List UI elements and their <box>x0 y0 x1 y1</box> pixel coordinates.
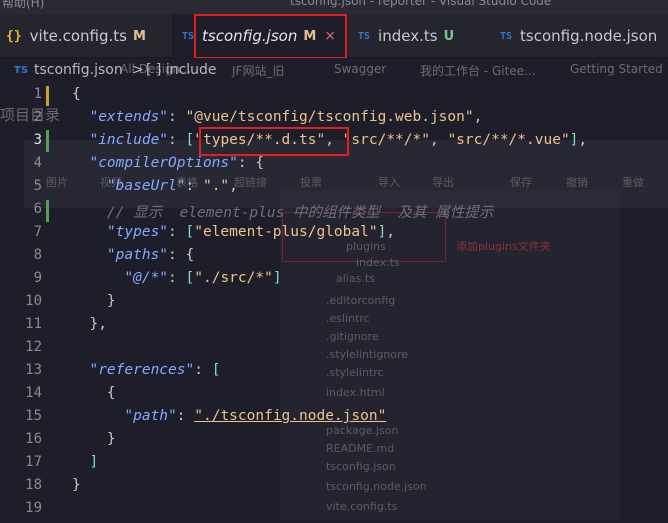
ghost-file: index.ts <box>356 256 400 269</box>
ghost-toolbar-item: 投票 <box>300 176 322 189</box>
ghost-toolbar-item: 图片 <box>46 176 68 189</box>
code-line: "extends": "@vue/tsconfig/tsconfig.web.j… <box>89 109 483 125</box>
ghost-toolbar-item: 保存 <box>510 176 532 189</box>
untracked-indicator: U <box>443 28 455 44</box>
breadcrumb-separator: > <box>132 62 144 78</box>
line-number: 4 <box>33 155 42 171</box>
highlight-box-include <box>199 127 349 156</box>
modified-indicator: M <box>132 28 146 44</box>
typescript-file-icon: TS <box>500 30 513 42</box>
line-number: 13 <box>25 362 42 378</box>
code-line: { <box>106 385 116 401</box>
ghost-file: package.json <box>326 424 399 437</box>
window-title: tsconfig.json - reporter - Visual Studio… <box>290 0 552 8</box>
line-number: 19 <box>25 500 42 516</box>
bookmark-item: JF网站_旧 <box>232 64 285 78</box>
ghost-file: .stylelintrc <box>326 366 384 379</box>
tab-label: tsconfig.node.json <box>520 27 658 45</box>
tab-label: vite.config.ts <box>29 27 127 45</box>
code-line: "types": ["element-plus/global"], <box>106 224 396 240</box>
ghost-file: .stylelintignore <box>326 348 409 361</box>
breadcrumb-symbol[interactable]: [ ] include <box>146 62 217 78</box>
highlight-box-tab <box>194 14 347 59</box>
ghost-file: vite.config.ts <box>326 500 398 513</box>
code-line: "references": [ <box>89 362 221 378</box>
line-number: 18 <box>25 477 42 493</box>
line-number: 2 <box>33 109 42 125</box>
code-line: } <box>106 293 116 309</box>
code-line: { <box>72 86 81 102</box>
line-number: 1 <box>33 86 42 102</box>
ghost-note: 添加plugins文件夹 <box>456 240 551 253</box>
typescript-file-icon: TS <box>182 30 195 42</box>
line-number: 16 <box>25 431 42 447</box>
bookmark-item: Swagger <box>334 62 387 76</box>
bookmark-item: 我的工作台 - Gitee... <box>420 64 536 78</box>
line-number: 6 <box>33 201 42 217</box>
ghost-file: tsconfig.json <box>326 460 396 473</box>
tab-vite-config[interactable]: {} vite.config.ts M <box>0 14 170 58</box>
line-number: 11 <box>25 316 42 332</box>
ghost-file: alias.ts <box>336 272 375 285</box>
ghost-toolbar-item: 导出 <box>432 176 454 189</box>
breadcrumb: All Design... JF网站_旧 Swagger 我的工作台 - Git… <box>0 58 668 84</box>
line-number: 7 <box>33 224 42 240</box>
ghost-file: .eslintrc <box>326 312 370 325</box>
ghost-toolbar-item: 撤销 <box>566 176 588 189</box>
tab-index-ts[interactable]: TS index.ts U <box>350 14 490 58</box>
code-line: ] <box>89 454 99 470</box>
ghost-toolbar-item: 重做 <box>622 176 644 189</box>
typescript-file-icon: TS <box>14 65 29 76</box>
code-line: "@/*": ["./src/*"] <box>124 270 282 286</box>
ghost-toolbar-item: 导入 <box>378 176 400 189</box>
code-line: } <box>106 431 116 447</box>
git-change-marker <box>46 86 49 106</box>
code-line: "compilerOptions": { <box>89 155 265 171</box>
code-line: "baseUrl": ".", <box>106 178 238 194</box>
code-line: "paths": { <box>106 247 195 263</box>
ghost-file: .gitignore <box>326 330 379 343</box>
git-change-marker <box>46 200 49 222</box>
line-number: 17 <box>25 454 42 470</box>
line-number: 9 <box>33 270 42 286</box>
code-line: } <box>72 477 81 493</box>
ghost-file: plugins <box>346 240 386 253</box>
line-number: 8 <box>33 247 42 263</box>
tab-tsconfig-node[interactable]: TS tsconfig.node.json <box>492 14 668 58</box>
ghost-toolbar-item: 超链接 <box>234 176 267 189</box>
ghost-file: index.html <box>326 386 385 399</box>
line-number: 10 <box>25 293 42 309</box>
code-line: // 显示 element-plus 中的组件类型 及其 属性提示 <box>106 205 494 221</box>
tab-label: index.ts <box>378 27 438 45</box>
typescript-file-icon: TS <box>358 30 371 42</box>
ghost-file: .editorconfig <box>326 294 396 307</box>
breadcrumb-file[interactable]: tsconfig.json <box>34 62 123 78</box>
ghost-file: tsconfig.node.json <box>326 480 427 493</box>
line-number: 3 <box>33 132 42 148</box>
title-bar: 帮助(H) tsconfig.json - reporter - Visual … <box>0 0 668 14</box>
bookmark-item: Getting Started <box>570 62 663 76</box>
line-number: 15 <box>25 408 42 424</box>
code-line: }, <box>89 316 107 332</box>
code-line: "path": "./tsconfig.node.json" <box>124 408 387 424</box>
json-file-icon: {} <box>6 28 22 44</box>
title-fragment-left: 帮助(H) <box>2 0 45 10</box>
ghost-file: README.md <box>326 442 395 455</box>
line-number: 5 <box>33 178 42 194</box>
git-change-marker <box>46 130 49 152</box>
line-number: 12 <box>25 339 42 355</box>
line-number: 14 <box>25 385 42 401</box>
